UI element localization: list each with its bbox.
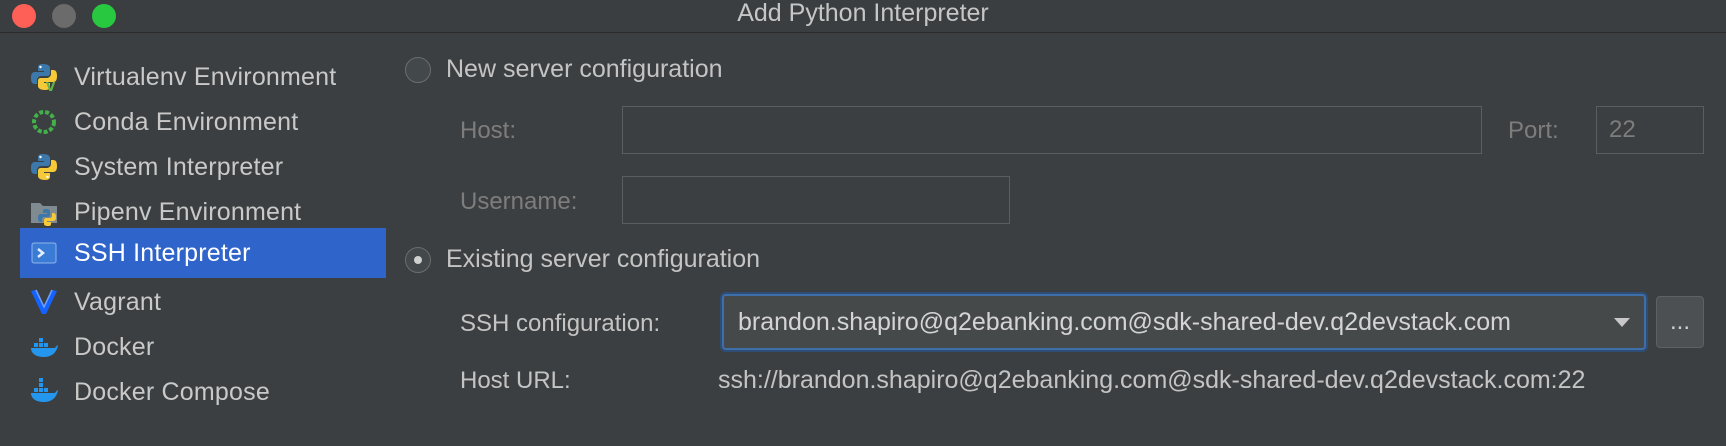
sidebar-item-label: SSH Interpreter bbox=[74, 238, 251, 267]
vagrant-icon bbox=[28, 286, 60, 318]
sidebar-item-virtualenv[interactable]: V Virtualenv Environment bbox=[20, 52, 386, 102]
host-label: Host: bbox=[460, 117, 517, 144]
new-server-radio[interactable] bbox=[405, 57, 431, 83]
username-input[interactable] bbox=[622, 176, 1010, 224]
sidebar-item-docker-compose[interactable]: Docker Compose bbox=[20, 367, 386, 417]
chevron-down-icon bbox=[1610, 310, 1634, 334]
docker-icon bbox=[28, 331, 60, 363]
sidebar-item-vagrant[interactable]: Vagrant bbox=[20, 277, 386, 327]
sidebar-item-label: Conda Environment bbox=[74, 107, 299, 136]
pipenv-icon bbox=[28, 196, 60, 228]
port-label: Port: bbox=[1508, 117, 1559, 144]
username-label: Username: bbox=[460, 188, 578, 215]
existing-server-radio[interactable] bbox=[405, 247, 431, 273]
browse-ssh-config-button[interactable]: ... bbox=[1656, 296, 1704, 348]
new-server-label: New server configuration bbox=[446, 55, 723, 83]
interpreter-type-list: V Virtualenv Environment Conda Environme… bbox=[0, 33, 395, 446]
svg-text:V: V bbox=[46, 80, 56, 92]
sidebar-item-label: System Interpreter bbox=[74, 152, 284, 181]
sidebar-item-docker[interactable]: Docker bbox=[20, 322, 386, 372]
sidebar-item-ssh-interpreter[interactable]: SSH Interpreter bbox=[20, 228, 386, 278]
host-url-value: ssh://brandon.shapiro@q2ebanking.com@sdk… bbox=[718, 366, 1586, 394]
title-bar: Add Python Interpreter bbox=[0, 0, 1726, 33]
sidebar-item-system-interpreter[interactable]: System Interpreter bbox=[20, 142, 386, 192]
sidebar-item-conda[interactable]: Conda Environment bbox=[20, 97, 386, 147]
radio-selected-dot bbox=[414, 256, 422, 264]
sidebar-item-label: Vagrant bbox=[74, 287, 162, 316]
ssh-icon bbox=[28, 237, 60, 269]
host-input[interactable] bbox=[622, 106, 1482, 154]
docker-compose-icon bbox=[28, 376, 60, 408]
python-venv-icon: V bbox=[28, 61, 60, 93]
window-title: Add Python Interpreter bbox=[737, 0, 989, 27]
conda-icon bbox=[28, 106, 60, 138]
existing-server-label: Existing server configuration bbox=[446, 245, 761, 273]
port-input[interactable]: 22 bbox=[1596, 106, 1704, 154]
sidebar-item-label: Docker bbox=[74, 332, 155, 361]
sidebar-item-label: Docker Compose bbox=[74, 377, 270, 406]
host-url-label: Host URL: bbox=[460, 367, 571, 394]
ssh-configuration-value: brandon.shapiro@q2ebanking.com@sdk-share… bbox=[738, 308, 1511, 336]
ssh-configuration-label: SSH configuration: bbox=[460, 310, 661, 337]
sidebar-item-label: Pipenv Environment bbox=[74, 197, 302, 226]
python-icon bbox=[28, 151, 60, 183]
ssh-configuration-dropdown[interactable]: brandon.shapiro@q2ebanking.com@sdk-share… bbox=[722, 294, 1646, 350]
sidebar-item-label: Virtualenv Environment bbox=[74, 62, 337, 91]
